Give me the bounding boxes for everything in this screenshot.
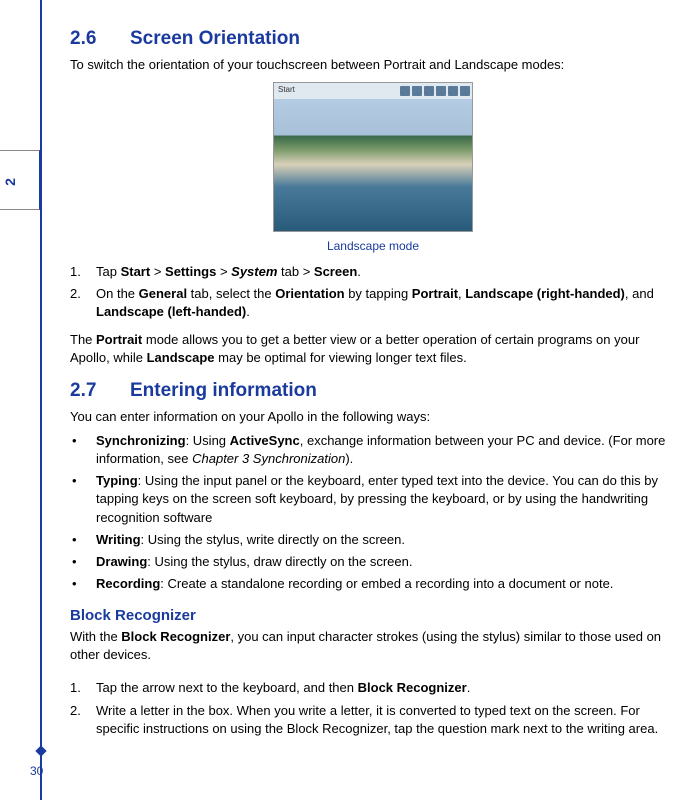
list-item: • Typing: Using the input panel or the k… — [70, 472, 676, 527]
mock-status-icon — [424, 86, 434, 96]
figure-landscape-mode: Start — [70, 82, 676, 235]
mock-status-icon — [412, 86, 422, 96]
mock-taskbar: Start — [274, 83, 472, 99]
page-content: 2.6Screen Orientation To switch the orie… — [70, 0, 676, 738]
vertical-rule — [40, 0, 42, 800]
section-title: Entering information — [130, 380, 317, 401]
mock-start-label: Start — [278, 85, 295, 94]
step-item: 1. Tap Start > Settings > System tab > S… — [70, 263, 676, 281]
list-text: Synchronizing: Using ActiveSync, exchang… — [96, 432, 676, 468]
section-heading-2-6: 2.6Screen Orientation — [70, 28, 676, 50]
steps-2-6: 1. Tap Start > Settings > System tab > S… — [70, 263, 676, 322]
list-text: Typing: Using the input panel or the key… — [96, 472, 676, 527]
list-text: Drawing: Using the stylus, draw directly… — [96, 553, 676, 571]
ways-list: • Synchronizing: Using ActiveSync, excha… — [70, 432, 676, 594]
bullet-icon: • — [70, 432, 96, 468]
para-block-recognizer: With the Block Recognizer, you can input… — [70, 628, 676, 663]
list-item: • Synchronizing: Using ActiveSync, excha… — [70, 432, 676, 468]
list-item: • Drawing: Using the stylus, draw direct… — [70, 553, 676, 571]
section-number: 2.6 — [70, 28, 130, 50]
mock-status-icon — [436, 86, 446, 96]
list-text: Recording: Create a standalone recording… — [96, 575, 676, 593]
step-number: 2. — [70, 702, 96, 738]
mock-status-icon — [448, 86, 458, 96]
steps-block-recognizer: 1. Tap the arrow next to the keyboard, a… — [70, 679, 676, 738]
step-item: 2. On the General tab, select the Orient… — [70, 285, 676, 321]
step-text: Tap the arrow next to the keyboard, and … — [96, 679, 676, 697]
section-heading-2-7: 2.7Entering information — [70, 380, 676, 402]
figure-caption: Landscape mode — [70, 239, 676, 253]
list-text: Writing: Using the stylus, write directl… — [96, 531, 676, 549]
step-number: 1. — [70, 263, 96, 281]
subheading-block-recognizer: Block Recognizer — [70, 607, 676, 624]
section-number: 2.7 — [70, 380, 130, 402]
mock-status-icon — [460, 86, 470, 96]
bullet-icon: • — [70, 553, 96, 571]
page-number: 30 — [30, 764, 43, 778]
para-portrait-landscape: The Portrait mode allows you to get a be… — [70, 331, 676, 366]
step-number: 1. — [70, 679, 96, 697]
step-number: 2. — [70, 285, 96, 321]
mock-status-icon — [400, 86, 410, 96]
section-2-6-intro: To switch the orientation of your touchs… — [70, 56, 676, 74]
step-text: On the General tab, select the Orientati… — [96, 285, 676, 321]
bullet-icon: • — [70, 531, 96, 549]
step-item: 1. Tap the arrow next to the keyboard, a… — [70, 679, 676, 697]
diamond-ornament — [35, 745, 46, 756]
left-margin: 2 30 — [0, 0, 48, 800]
bullet-icon: • — [70, 472, 96, 527]
chapter-tab-number: 2 — [2, 178, 18, 186]
section-2-7-intro: You can enter information on your Apollo… — [70, 408, 676, 426]
list-item: • Recording: Create a standalone recordi… — [70, 575, 676, 593]
bullet-icon: • — [70, 575, 96, 593]
step-item: 2. Write a letter in the box. When you w… — [70, 702, 676, 738]
section-title: Screen Orientation — [130, 28, 300, 49]
list-item: • Writing: Using the stylus, write direc… — [70, 531, 676, 549]
step-text: Tap Start > Settings > System tab > Scre… — [96, 263, 676, 281]
mock-device-screenshot: Start — [273, 82, 473, 232]
step-text: Write a letter in the box. When you writ… — [96, 702, 676, 738]
